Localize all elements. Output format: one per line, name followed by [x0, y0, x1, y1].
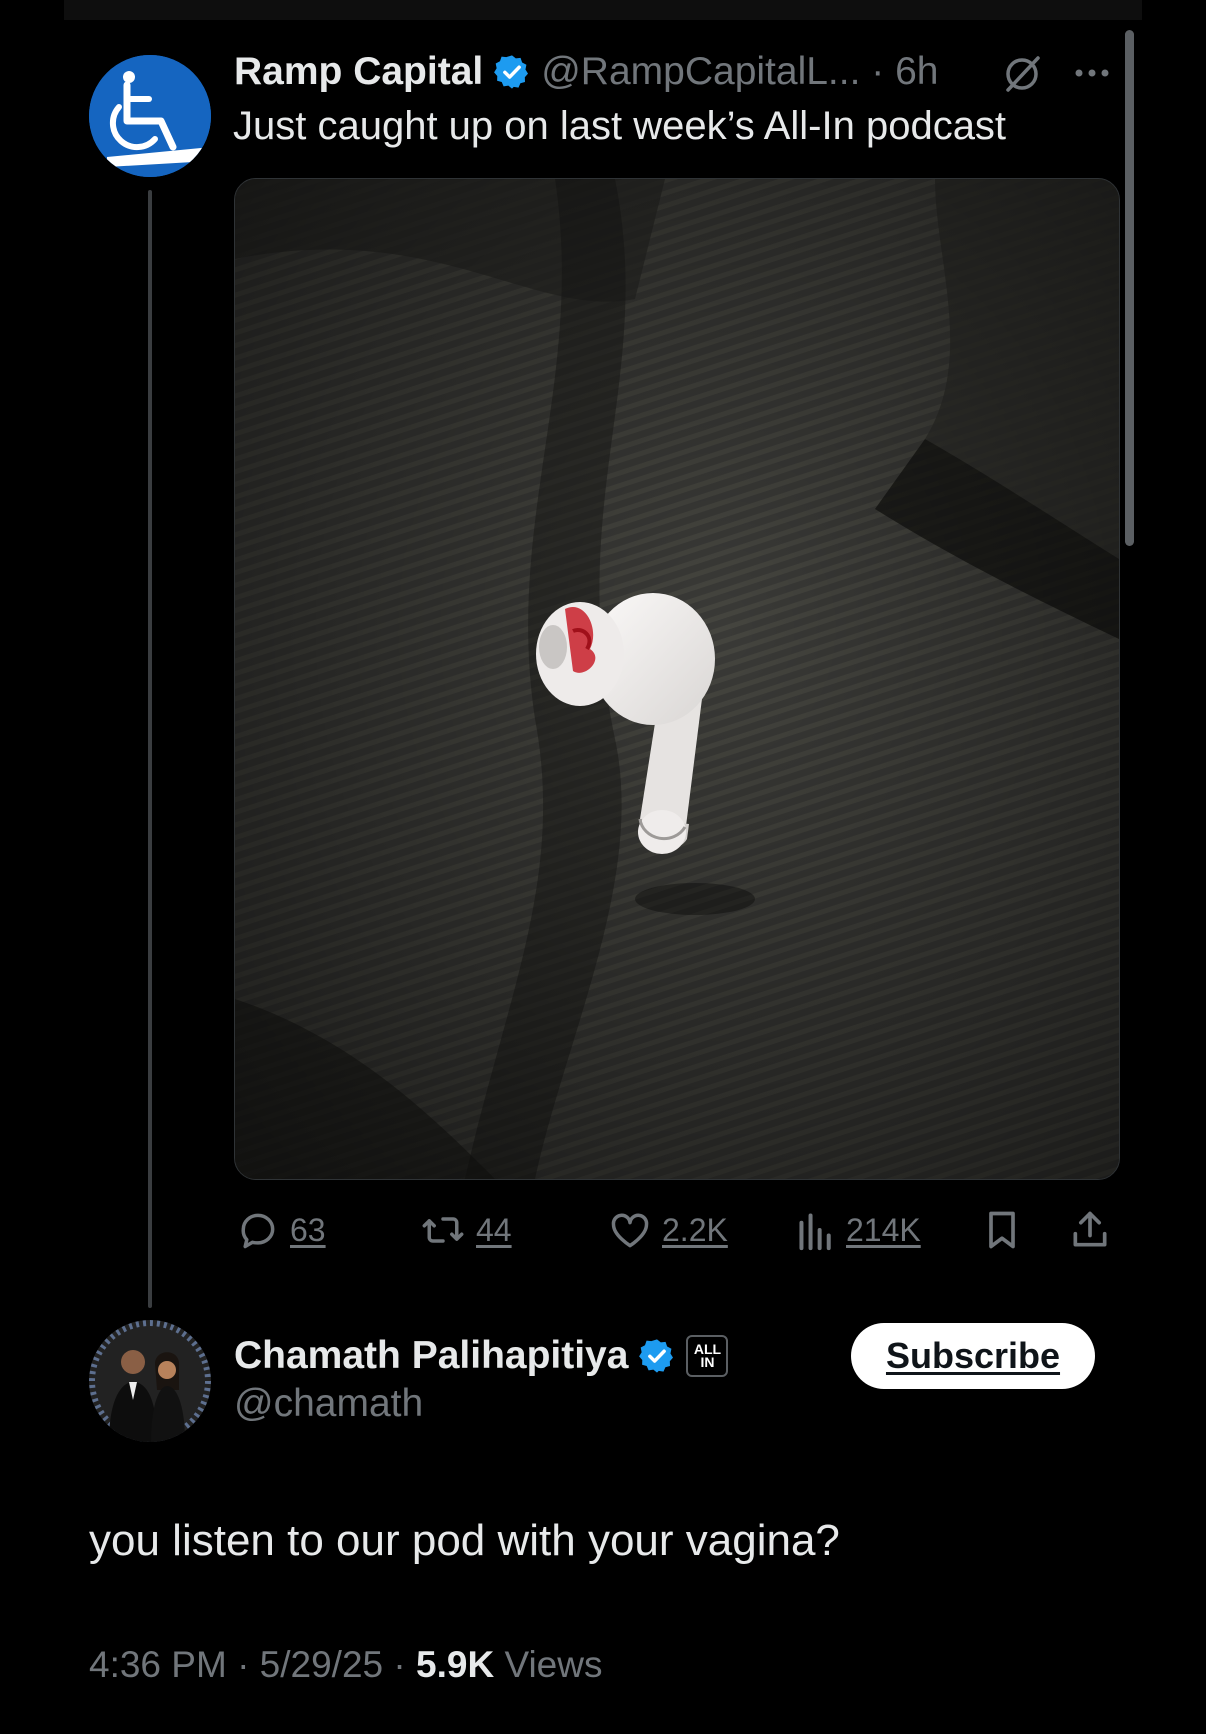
- share-button[interactable]: [1068, 1200, 1112, 1260]
- all-in-affiliate-badge[interactable]: ALL IN: [686, 1335, 729, 1377]
- badge-line-2: IN: [700, 1354, 715, 1370]
- tweet-header: Ramp Capital @RampCapitalL... · 6h: [234, 46, 938, 98]
- avatar-photo: [89, 1320, 211, 1442]
- verified-badge-icon: [639, 1339, 674, 1373]
- reply-meta: 4:36 PM · 5/29/25 · 5.9K Views: [89, 1644, 602, 1686]
- repost-icon: [422, 1217, 464, 1243]
- tweet-media-image[interactable]: [234, 178, 1120, 1180]
- handle-and-time[interactable]: @RampCapitalL... · 6h: [541, 50, 938, 94]
- like-button[interactable]: 2.2K: [608, 1200, 728, 1260]
- analytics-icon: [799, 1213, 831, 1251]
- earbud-photo: [235, 179, 1119, 1179]
- views-button[interactable]: 214K: [796, 1200, 921, 1260]
- reply-text: you listen to our pod with your vagina?: [89, 1516, 840, 1565]
- avatar-chamath[interactable]: [89, 1320, 211, 1442]
- reply-count: 63: [290, 1211, 326, 1248]
- share-icon: [1073, 1211, 1107, 1247]
- subscribe-button[interactable]: Subscribe: [851, 1323, 1095, 1389]
- reply-view-count: 5.9K: [416, 1644, 495, 1685]
- author-name[interactable]: Ramp Capital: [234, 50, 483, 94]
- reply-views-label: Views: [494, 1644, 603, 1685]
- bookmark-button[interactable]: [980, 1200, 1024, 1260]
- reply-icon: [241, 1213, 275, 1249]
- repost-button[interactable]: 44: [420, 1200, 512, 1260]
- grok-icon[interactable]: [1000, 52, 1044, 96]
- avatar-ramp-capital[interactable]: [89, 55, 211, 177]
- views-count: 214K: [846, 1211, 921, 1248]
- thread-connector-line: [148, 190, 152, 1308]
- tweet-action-bar: 63 44 2.2K 214K: [0, 1200, 1206, 1260]
- top-bar: [64, 0, 1142, 20]
- reply-button[interactable]: 63: [236, 1200, 326, 1260]
- reply-header: Chamath Palihapitiya ALL IN: [234, 1330, 729, 1382]
- tweet-text: Just caught up on last week’s All-In pod…: [233, 104, 1007, 148]
- reply-author-name[interactable]: Chamath Palihapitiya: [234, 1334, 628, 1378]
- more-dots-icon[interactable]: [1071, 58, 1113, 88]
- like-count: 2.2K: [662, 1211, 728, 1248]
- repost-count: 44: [476, 1211, 512, 1248]
- wheelchair-icon: [89, 55, 211, 177]
- verified-badge-icon: [494, 55, 529, 89]
- bookmark-icon: [989, 1211, 1015, 1249]
- reply-timestamp[interactable]: 4:36 PM · 5/29/25 ·: [89, 1644, 416, 1685]
- reply-handle[interactable]: @chamath: [234, 1382, 423, 1426]
- scrollbar[interactable]: [1125, 30, 1134, 546]
- heart-icon: [611, 1213, 649, 1248]
